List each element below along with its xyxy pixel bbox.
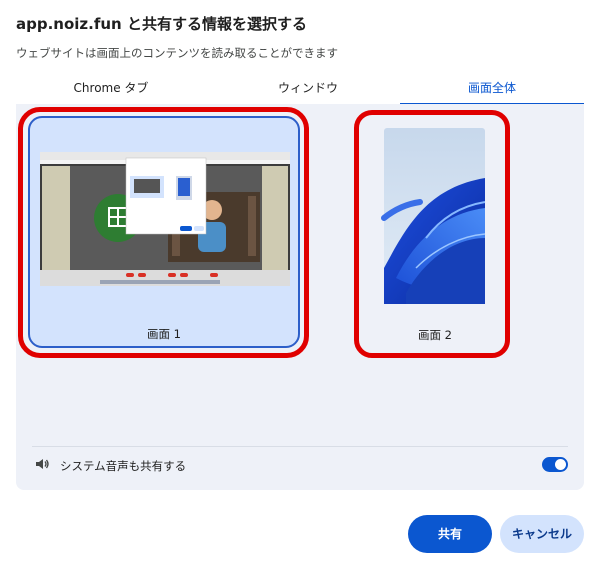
cancel-button[interactable]: キャンセル [500,515,584,553]
tab-chrome-tab[interactable]: Chrome タブ [16,76,206,102]
tab-bar: Chrome タブ ウィンドウ 画面全体 [16,76,584,105]
share-system-audio-label: システム音声も共有する [60,459,187,473]
tab-window[interactable]: ウィンドウ [213,76,403,102]
divider [32,446,568,447]
tab-entire-screen[interactable]: 画面全体 [400,76,584,105]
screen-2-label: 画面 2 [418,328,452,342]
screen-2-card[interactable] [366,118,504,348]
share-button[interactable]: 共有 [408,515,492,553]
screen-1-thumbnail [40,152,290,286]
screen-2-thumbnail [381,128,486,304]
share-system-audio-toggle[interactable] [542,457,568,472]
dialog-title: app.noiz.fun と共有する情報を選択する [16,15,307,33]
screen-1-card[interactable] [28,116,300,348]
toggle-knob [555,459,566,470]
screen-1-label: 画面 1 [147,327,181,341]
speaker-icon [36,459,49,469]
dialog-subtitle: ウェブサイトは画面上のコンテンツを読み取ることができます [16,46,338,60]
